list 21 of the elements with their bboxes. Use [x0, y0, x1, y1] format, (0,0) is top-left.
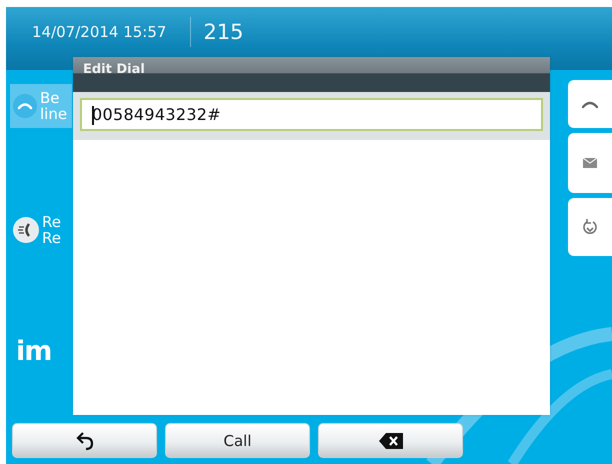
line-label: Re	[42, 230, 61, 246]
text-cursor	[92, 106, 94, 125]
line-label: Re	[42, 214, 61, 230]
voicemail-tab[interactable]	[568, 133, 612, 193]
backspace-button[interactable]	[318, 423, 463, 458]
dialog-title: Edit Dial	[73, 57, 550, 92]
date-time: 14/07/2014 15:57	[32, 22, 166, 40]
backspace-icon	[378, 432, 402, 448]
envelope-icon	[583, 158, 597, 168]
undo-tab[interactable]	[568, 198, 612, 256]
logo-text: im	[16, 336, 52, 367]
back-button[interactable]	[12, 423, 157, 458]
extension-number: 215	[203, 20, 244, 44]
line-label: Be	[40, 90, 61, 106]
back-arrow-icon	[76, 430, 94, 450]
undo-icon	[582, 218, 598, 236]
line-label: line	[40, 106, 68, 122]
call-button[interactable]: Call	[165, 423, 310, 458]
dial-input-field[interactable]: 00584943232#	[80, 98, 543, 131]
handset-tab[interactable]	[568, 80, 612, 128]
phone-ringing-icon	[13, 217, 39, 243]
